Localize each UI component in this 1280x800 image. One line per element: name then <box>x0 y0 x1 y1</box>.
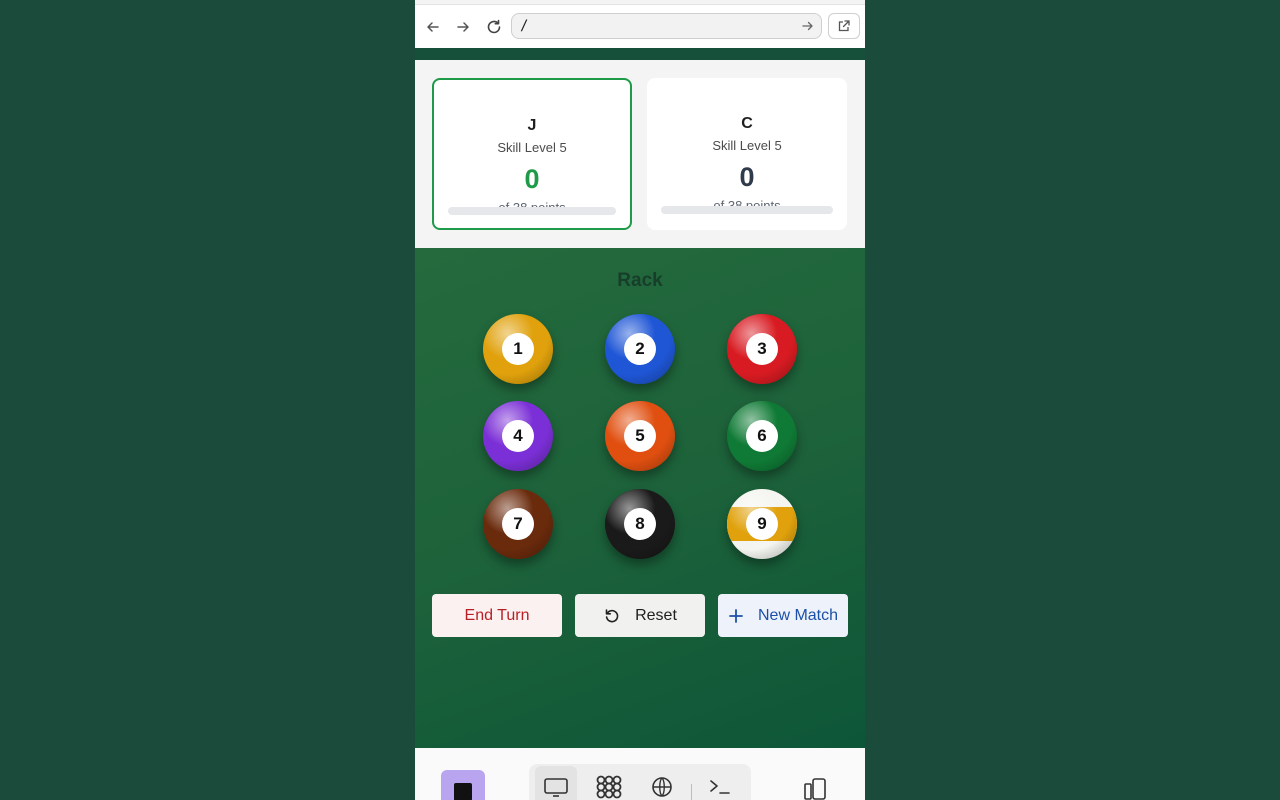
bottom-toolbar <box>415 748 865 800</box>
open-external-button[interactable] <box>828 13 860 39</box>
devices-icon <box>804 778 826 800</box>
ball-number: 4 <box>502 420 534 452</box>
ball-number: 2 <box>624 333 656 365</box>
address-text: / <box>520 18 529 34</box>
grid-dots-icon <box>596 775 622 799</box>
terminal-icon <box>710 780 730 794</box>
ball-9[interactable]: 9 <box>727 489 797 559</box>
player-card-1[interactable]: J Skill Level 5 0 of 38 points <box>432 78 632 230</box>
header-strip <box>415 48 865 60</box>
reset-label: Reset <box>635 606 677 624</box>
reload-icon <box>487 19 501 34</box>
ball-7[interactable]: 7 <box>483 489 553 559</box>
ball-number: 3 <box>746 333 778 365</box>
ball-4[interactable]: 4 <box>483 401 553 471</box>
external-link-icon <box>838 20 850 32</box>
stop-button[interactable] <box>441 770 485 800</box>
end-turn-label: End Turn <box>464 606 530 624</box>
player-skill-level: Skill Level 5 <box>497 140 567 155</box>
plus-icon <box>728 608 744 624</box>
back-button[interactable] <box>422 16 444 38</box>
reset-icon <box>603 607 621 625</box>
player-progress-bar <box>448 207 616 215</box>
player-skill-level: Skill Level 5 <box>712 138 782 153</box>
ball-number: 5 <box>624 420 656 452</box>
stop-icon <box>454 783 472 800</box>
network-tool-button[interactable] <box>641 766 683 800</box>
ball-6[interactable]: 6 <box>727 401 797 471</box>
app-viewport: / J Skill Level 5 0 of 38 points C Skill… <box>415 0 865 800</box>
player-name: J <box>527 117 537 134</box>
ball-number: 8 <box>624 508 656 540</box>
toolbar-divider <box>691 784 692 800</box>
rack-title: Rack <box>617 270 663 291</box>
ball-number: 7 <box>502 508 534 540</box>
player-progress-bar <box>661 206 833 214</box>
pool-table: Rack 1 2 3 4 5 6 7 8 9 End Turn Reset New Match <box>415 248 865 748</box>
browser-toolbar: / <box>415 4 865 49</box>
end-turn-button[interactable]: End Turn <box>432 594 562 637</box>
ball-number: 9 <box>746 508 778 540</box>
new-match-label: New Match <box>757 606 839 624</box>
player-score: 0 <box>739 162 755 192</box>
arrow-left-icon <box>427 22 439 32</box>
ball-5[interactable]: 5 <box>605 401 675 471</box>
forward-button[interactable] <box>452 16 474 38</box>
address-bar[interactable]: / <box>511 13 822 39</box>
player-name: C <box>741 115 753 132</box>
tool-switcher <box>529 764 751 800</box>
ball-3[interactable]: 3 <box>727 314 797 384</box>
reset-button[interactable]: Reset <box>575 594 705 637</box>
arrow-right-icon <box>457 22 469 32</box>
ball-number: 6 <box>746 420 778 452</box>
device-rotate-button[interactable] <box>801 776 829 800</box>
scoreboard: J Skill Level 5 0 of 38 points C Skill L… <box>415 60 865 248</box>
screen-tool-button[interactable] <box>535 766 577 800</box>
go-arrow-icon[interactable] <box>801 19 815 38</box>
new-match-button[interactable]: New Match <box>718 594 848 637</box>
monitor-icon <box>544 778 568 797</box>
ball-8[interactable]: 8 <box>605 489 675 559</box>
ball-1[interactable]: 1 <box>483 314 553 384</box>
player-score: 0 <box>524 164 540 194</box>
ball-2[interactable]: 2 <box>605 314 675 384</box>
apps-tool-button[interactable] <box>588 766 630 800</box>
globe-icon <box>652 777 672 797</box>
terminal-tool-button[interactable] <box>699 766 741 800</box>
player-card-2[interactable]: C Skill Level 5 0 of 38 points <box>647 78 847 230</box>
reload-button[interactable] <box>483 16 505 38</box>
ball-number: 1 <box>502 333 534 365</box>
